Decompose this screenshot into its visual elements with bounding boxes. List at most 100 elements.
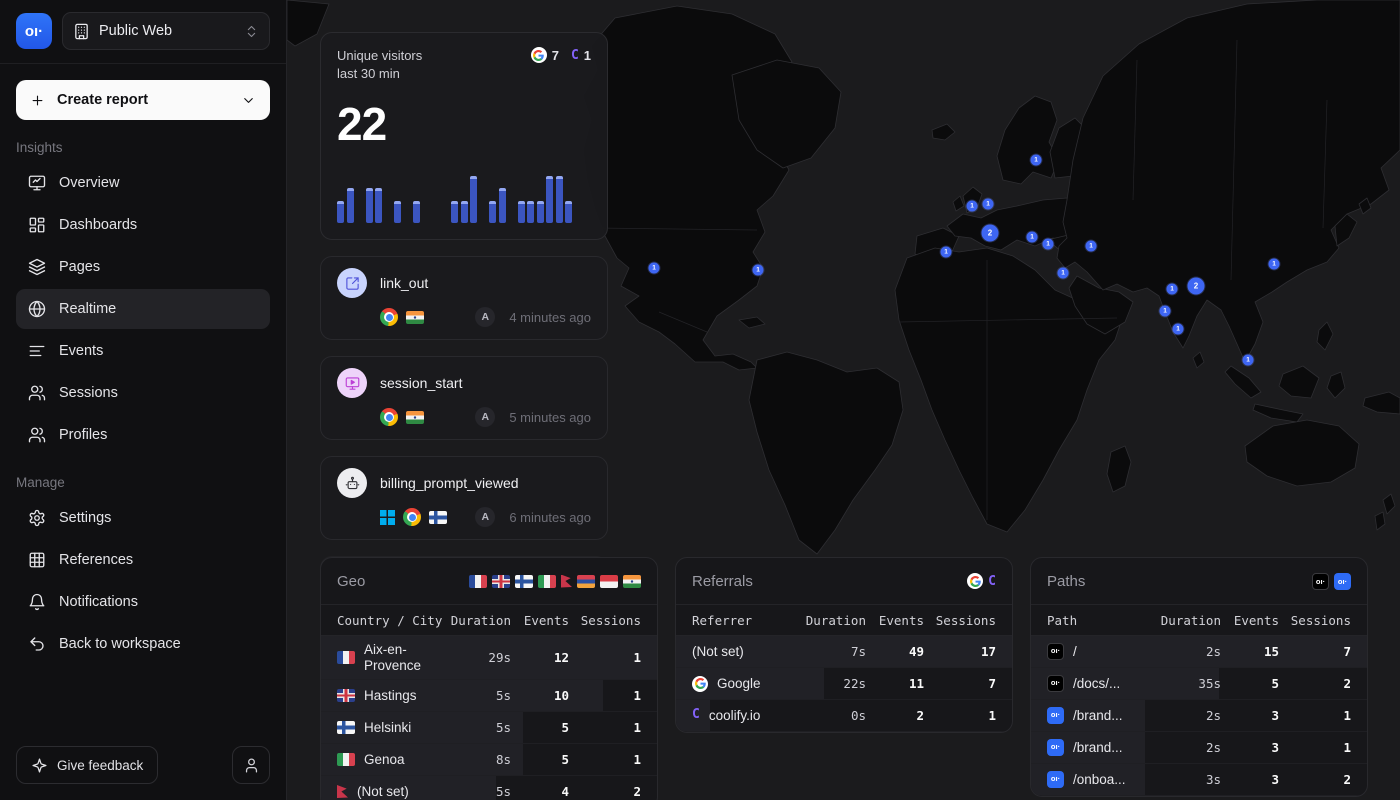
visitor-map-dot: 1: [1167, 284, 1178, 295]
flag-in-icon: [406, 311, 424, 324]
table-row: oı·/onboa...3s32: [1031, 764, 1367, 796]
flag-fr-icon: [469, 575, 487, 588]
column-header: Events: [872, 613, 924, 628]
sidebar-item-label: Sessions: [59, 385, 118, 401]
cell-duration: 5s: [449, 720, 511, 735]
table-row: oı·/2s157: [1031, 636, 1367, 668]
visitor-map-dot: 2: [982, 225, 999, 242]
table-row: oı·/brand...2s31: [1031, 732, 1367, 764]
cell-events: 11: [872, 676, 924, 691]
cell-duration: 8s: [449, 752, 511, 767]
visitor-map-dot: 1: [1160, 306, 1171, 317]
cell-events: 5: [1227, 676, 1279, 691]
sidebar-item-realtime[interactable]: Realtime: [16, 289, 270, 329]
sidebar-item-label: References: [59, 552, 133, 568]
event-name: session_start: [380, 375, 462, 391]
table-header: ReferrerDurationEventsSessions: [676, 604, 1012, 636]
column-header: Referrer: [692, 613, 798, 628]
coolify-icon: C: [988, 574, 996, 589]
monitor-play-icon: [337, 368, 367, 398]
chrome-icon: [380, 308, 398, 326]
row-label: /: [1073, 644, 1077, 660]
cell-events: 3: [1227, 740, 1279, 755]
column-header: Path: [1047, 613, 1153, 628]
cell-sessions: 2: [575, 784, 641, 799]
cell-events: 3: [1227, 708, 1279, 723]
workspace-selector[interactable]: Public Web: [62, 12, 270, 50]
sidebar-nav: InsightsOverviewDashboardsPagesRealtimeE…: [16, 140, 270, 664]
sidebar-item-back-to-workspace[interactable]: Back to workspace: [16, 624, 270, 664]
sidebar-item-notifications[interactable]: Notifications: [16, 582, 270, 622]
table-header: PathDurationEventsSessions: [1031, 604, 1367, 636]
create-report-label: Create report: [57, 92, 229, 108]
cell-duration: 22s: [804, 676, 866, 691]
event-time: 5 minutes ago: [509, 410, 591, 425]
table-row: Aix-en-Provence29s121: [321, 636, 657, 680]
back-icon: [28, 635, 46, 653]
external-link-icon: [337, 268, 367, 298]
live-event-list: link_outA4 minutes ago session_startA5 mi…: [320, 240, 608, 611]
sidebar-item-pages[interactable]: Pages: [16, 247, 270, 287]
cell-events: 4: [517, 784, 569, 799]
visitors-source-badges: 7C1: [531, 47, 591, 63]
panel-title: Geo: [337, 573, 365, 590]
cell-events: 10: [517, 688, 569, 703]
panel-paths: Pathsoı·oı·PathDurationEventsSessionsoı·…: [1030, 557, 1368, 797]
flag-fi-icon: [337, 721, 355, 734]
sidebar-body: Create report InsightsOverviewDashboards…: [0, 64, 286, 732]
openpanel-favicon: oı·: [1334, 573, 1351, 590]
sidebar-item-overview[interactable]: Overview: [16, 163, 270, 203]
app-logo[interactable]: oı·: [16, 13, 52, 49]
notifications-icon: [28, 593, 46, 611]
minute-bar: [556, 176, 563, 224]
sidebar-item-references[interactable]: References: [16, 540, 270, 580]
openpanel-favicon: oı·: [1047, 675, 1064, 692]
cell-sessions: 1: [575, 688, 641, 703]
event-card-link_out[interactable]: link_outA4 minutes ago: [320, 256, 608, 340]
table-row: (Not set) 5s 42: [321, 776, 657, 800]
table-header: Country / CityDurationEventsSessions: [321, 604, 657, 636]
event-name: billing_prompt_viewed: [380, 475, 519, 491]
workspace-name: Public Web: [99, 23, 235, 39]
visitors-minute-chart: [337, 173, 591, 223]
row-label: (Not set): [692, 644, 744, 660]
sidebar-item-sessions[interactable]: Sessions: [16, 373, 270, 413]
create-report-button[interactable]: Create report: [16, 80, 270, 120]
profile-button[interactable]: [232, 746, 270, 784]
users-icon: [28, 426, 46, 444]
plus-icon: [30, 93, 45, 108]
visitor-map-dot: 1: [1086, 241, 1097, 252]
minute-bar: [337, 201, 344, 224]
event-card-session_start[interactable]: session_startA5 minutes ago: [320, 356, 608, 440]
table-row: (Not set)7s4917: [676, 636, 1012, 668]
cell-events: 3: [1227, 772, 1279, 787]
unique-visitors-title: Unique visitors last 30 min: [337, 47, 422, 83]
sidebar-item-dashboards[interactable]: Dashboards: [16, 205, 270, 245]
bot-icon: [337, 468, 367, 498]
sidebar-item-events[interactable]: Events: [16, 331, 270, 371]
panel-referrals: ReferralsCReferrerDurationEventsSessions…: [675, 557, 1013, 733]
minute-bar: [518, 201, 525, 224]
cell-sessions: 2: [1285, 676, 1351, 691]
visitor-map-dot: 1: [1031, 155, 1042, 166]
event-card-billing_prompt_viewed[interactable]: billing_prompt_viewedA6 minutes ago: [320, 456, 608, 540]
unique-visitors-count: 22: [337, 97, 591, 151]
cell-sessions: 1: [575, 720, 641, 735]
sidebar-item-label: Profiles: [59, 427, 107, 443]
give-feedback-button[interactable]: Give feedback: [16, 746, 158, 784]
column-header: Sessions: [1285, 613, 1351, 628]
realtime-tables: Geo Country / CityDurationEventsSessionsA…: [320, 557, 1368, 800]
sidebar-item-settings[interactable]: Settings: [16, 498, 270, 538]
cell-duration: 5s: [449, 784, 511, 799]
minute-bar: [366, 188, 373, 223]
flag-fi-icon: [515, 575, 533, 588]
coolify-icon: C: [692, 708, 700, 723]
minute-bar: [413, 201, 420, 224]
row-label: (Not set): [357, 784, 409, 800]
visitor-map-dot: 1: [1027, 232, 1038, 243]
visitor-map-dot: 1: [1173, 324, 1184, 335]
minute-bar: [527, 201, 534, 224]
sidebar-item-profiles[interactable]: Profiles: [16, 415, 270, 455]
flag-fi-icon: [429, 511, 447, 524]
cell-duration: 2s: [1159, 644, 1221, 659]
